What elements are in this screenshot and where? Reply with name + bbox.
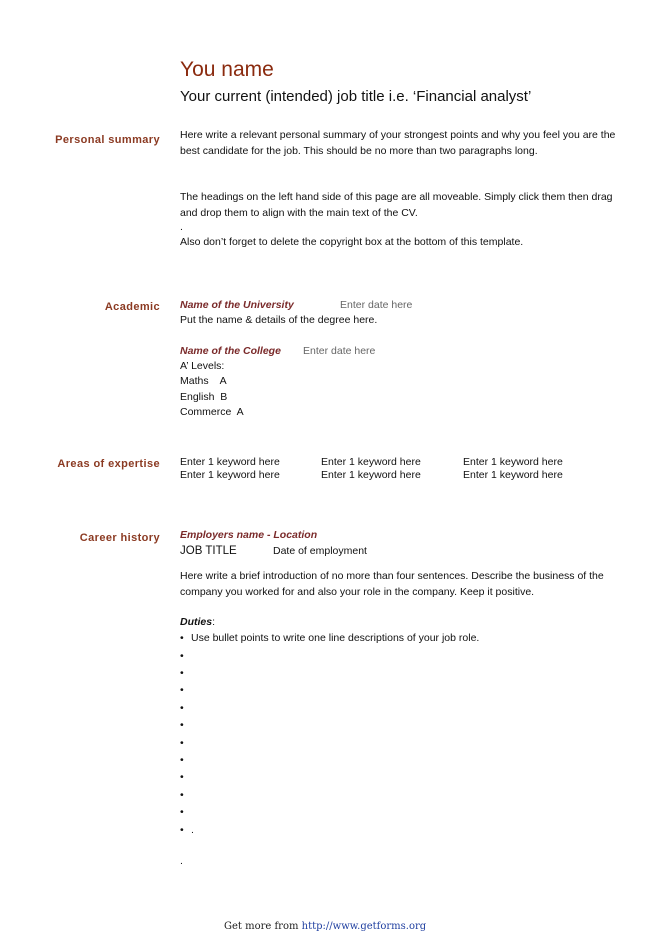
bullet-icon: • xyxy=(180,789,184,801)
summary-paragraph-3: Also don’t forget to delete the copyrigh… xyxy=(180,236,524,248)
duties-colon: : xyxy=(212,616,216,628)
duty-item: • Use bullet points to write one line des… xyxy=(180,632,480,644)
career-job-title: JOB TITLE xyxy=(180,545,237,557)
cv-job-title: Your current (intended) job title i.e. ‘… xyxy=(180,88,532,105)
duty-item: • xyxy=(180,789,191,801)
career-intro: Here write a brief introduction of no mo… xyxy=(180,570,604,598)
employer-name: Employers name - Location xyxy=(180,529,318,541)
footer: Get more from http://www.getforms.org xyxy=(224,921,426,932)
university-name: Name of the University xyxy=(180,299,294,311)
duty-item: • xyxy=(180,806,191,818)
duty-item: • xyxy=(180,754,191,766)
college-line: A’ Levels: xyxy=(180,360,225,372)
heading-personal-summary[interactable]: Personal summary xyxy=(55,134,160,146)
bullet-icon: • xyxy=(180,754,184,766)
college-name: Name of the College xyxy=(180,345,281,357)
college-line: Maths A xyxy=(180,375,227,387)
duties-heading: Duties: xyxy=(180,615,215,631)
employment-date: Date of employment xyxy=(273,545,367,557)
bullet-icon: • xyxy=(180,632,184,644)
duty-item: • xyxy=(180,771,191,783)
bullet-icon: • xyxy=(180,667,184,679)
keyword: Enter 1 keyword here xyxy=(463,469,563,481)
keyword: Enter 1 keyword here xyxy=(321,456,421,468)
keyword: Enter 1 keyword here xyxy=(180,469,280,481)
university-date: Enter date here xyxy=(340,299,413,311)
bullet-icon: • xyxy=(180,824,184,836)
duties-label: Duties xyxy=(180,616,213,628)
summary-dot: . xyxy=(180,221,183,233)
duty-item: •. xyxy=(180,824,194,836)
heading-academic[interactable]: Academic xyxy=(105,301,160,313)
college-line: Commerce A xyxy=(180,406,244,418)
bullet-icon: • xyxy=(180,771,184,783)
college-date: Enter date here xyxy=(303,345,376,357)
keyword: Enter 1 keyword here xyxy=(321,469,421,481)
keyword: Enter 1 keyword here xyxy=(180,456,280,468)
keyword: Enter 1 keyword here xyxy=(463,456,563,468)
university-details: Put the name & details of the degree her… xyxy=(180,314,378,326)
footer-link[interactable]: http://www.getforms.org xyxy=(302,921,427,932)
bullet-icon: • xyxy=(180,806,184,818)
trailing-dot: . xyxy=(180,855,183,867)
college-line: English B xyxy=(180,391,228,403)
bullet-icon: • xyxy=(180,684,184,696)
footer-prefix: Get more from xyxy=(224,921,302,932)
duty-item: • xyxy=(180,719,191,731)
duty-item: • xyxy=(180,650,191,662)
duty-item: • xyxy=(180,737,191,749)
cv-name: You name xyxy=(180,58,274,81)
duty-item: • xyxy=(180,702,191,714)
duty-item: • xyxy=(180,667,191,679)
summary-paragraph-2: The headings on the left hand side of th… xyxy=(180,191,613,219)
bullet-icon: • xyxy=(180,719,184,731)
bullet-icon: • xyxy=(180,737,184,749)
bullet-icon: • xyxy=(180,650,184,662)
duty-item: • xyxy=(180,684,191,696)
heading-career-history[interactable]: Career history xyxy=(80,532,160,544)
bullet-icon: • xyxy=(180,702,184,714)
summary-paragraph-1: Here write a relevant personal summary o… xyxy=(180,129,616,157)
heading-areas-of-expertise[interactable]: Areas of expertise xyxy=(57,458,160,470)
